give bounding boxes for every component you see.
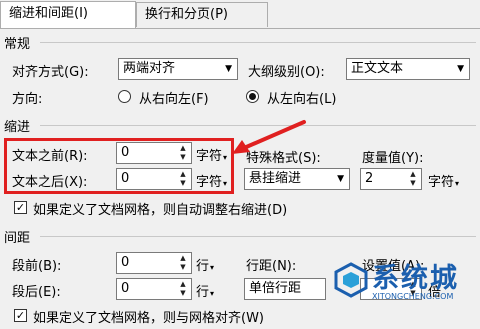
space-after-spinner[interactable]: 0 ▲ ▼ xyxy=(116,278,192,300)
measure-label: 度量值(Y): xyxy=(362,151,424,166)
space-before-value: 0 xyxy=(121,255,130,270)
section-title-general: 常规 xyxy=(4,37,31,52)
spinner-arrows-icon[interactable]: ▲ ▼ xyxy=(176,280,190,298)
checkmark-icon: ✓ xyxy=(15,201,26,214)
auto-right-indent-label: 如果定义了文档网格，则自动调整右缩进(D) xyxy=(33,203,288,218)
alignment-value: 两端对齐 xyxy=(123,61,176,76)
rtl-radio[interactable] xyxy=(118,90,131,103)
space-after-value: 0 xyxy=(121,281,130,296)
tab-line-page-breaks[interactable]: 换行和分页(P) xyxy=(136,2,268,27)
unit-label: 行 xyxy=(196,285,210,300)
measure-value: 2 xyxy=(365,171,374,186)
chevron-down-icon: ▾ xyxy=(210,289,215,298)
auto-right-indent-checkbox[interactable]: ✓ xyxy=(14,201,27,214)
outline-level-select[interactable]: 正文文本 ▼ xyxy=(346,58,470,80)
measure-spinner[interactable]: 2 ▲ ▼ xyxy=(360,168,422,190)
spinner-arrows-icon[interactable]: ▲ ▼ xyxy=(406,170,420,188)
highlight-box xyxy=(4,138,234,194)
divider xyxy=(40,236,476,237)
red-pointer-arrow xyxy=(232,120,306,154)
spinner-arrows-icon[interactable]: ▲ ▼ xyxy=(176,254,190,272)
outline-level-label: 大纲级别(O): xyxy=(248,65,325,80)
alignment-label: 对齐方式(G): xyxy=(12,65,89,80)
line-spacing-select[interactable]: 单倍行距 xyxy=(244,278,326,300)
alignment-select[interactable]: 两端对齐 ▼ xyxy=(118,58,238,80)
chevron-down-icon: ▾ xyxy=(455,179,460,188)
space-after-unit[interactable]: 行▾ xyxy=(196,281,214,300)
ltr-radio[interactable] xyxy=(246,90,259,103)
unit-label: 字符 xyxy=(428,175,455,190)
rtl-label: 从右向左(F) xyxy=(139,92,209,107)
divider xyxy=(40,42,476,43)
tab-indent-spacing[interactable]: 缩进和间距(I) xyxy=(0,1,136,28)
special-format-select[interactable]: 悬挂缩进 ▼ xyxy=(244,168,350,190)
line-spacing-label: 行距(N): xyxy=(246,259,297,274)
line-spacing-value: 单倍行距 xyxy=(249,281,302,296)
snap-to-grid-label: 如果定义了文档网格，则与网格对齐(W) xyxy=(33,311,264,326)
ltr-label: 从左向右(L) xyxy=(267,92,337,107)
section-title-spacing: 间距 xyxy=(4,231,31,246)
tab-bar: 缩进和间距(I) 换行和分页(P) xyxy=(0,0,480,29)
space-after-label: 段后(E): xyxy=(12,285,61,300)
space-before-label: 段前(B): xyxy=(12,259,62,274)
watermark-logo-icon xyxy=(334,262,368,298)
measure-unit[interactable]: 字符▾ xyxy=(428,171,459,190)
unit-label: 行 xyxy=(196,259,210,274)
outline-level-value: 正文文本 xyxy=(351,61,404,76)
snap-to-grid-checkbox[interactable]: ✓ xyxy=(14,309,27,322)
checkmark-icon: ✓ xyxy=(15,309,26,322)
direction-label: 方向: xyxy=(12,92,43,107)
special-format-value: 悬挂缩进 xyxy=(249,171,302,186)
watermark-url: XITONGCHENG.COM xyxy=(372,292,454,301)
watermark-text: 系统城 xyxy=(372,263,459,294)
chevron-down-icon: ▼ xyxy=(225,64,232,74)
chevron-down-icon: ▾ xyxy=(210,263,215,272)
section-title-indent: 缩进 xyxy=(4,120,31,135)
space-before-spinner[interactable]: 0 ▲ ▼ xyxy=(116,252,192,274)
chevron-down-icon: ▼ xyxy=(337,174,344,184)
space-before-unit[interactable]: 行▾ xyxy=(196,255,214,274)
chevron-down-icon: ▼ xyxy=(457,64,464,74)
